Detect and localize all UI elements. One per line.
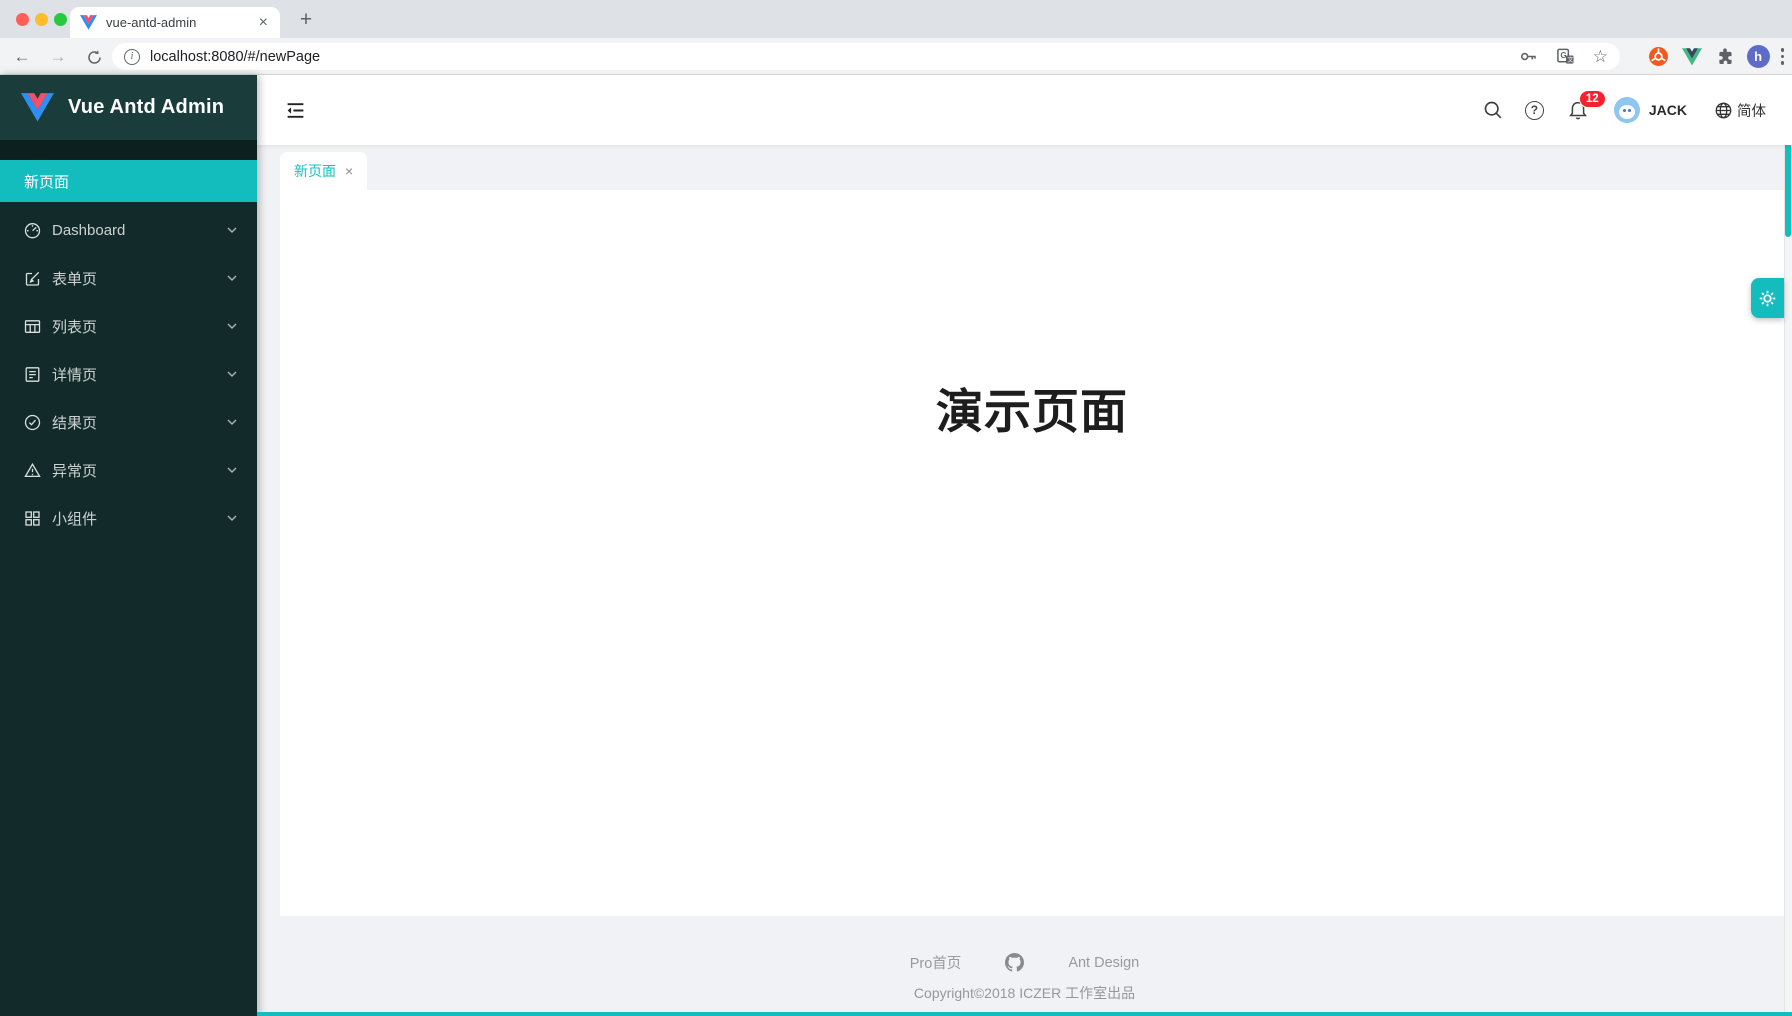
extensions-row: h (1648, 44, 1784, 69)
page-tab-active[interactable]: 新页面 × (280, 152, 367, 190)
accent-bottom-line (257, 1012, 1792, 1016)
browser-tab-title: vue-antd-admin (106, 15, 257, 30)
header-actions: ? 12 JACK 简体 (1483, 75, 1766, 145)
chevron-down-icon (227, 323, 237, 329)
window-minimize-button[interactable] (35, 13, 48, 26)
globe-icon (1714, 101, 1733, 120)
tab-close-icon[interactable]: × (345, 163, 353, 179)
reload-icon (86, 49, 103, 66)
sidebar-item-label: Dashboard (52, 222, 227, 239)
browser-tab[interactable]: vue-antd-admin × (70, 7, 280, 38)
sidebar-item-lists[interactable]: 列表页 (0, 306, 257, 346)
copyright-text: Copyright©2018 ICZER 工作室出品 (257, 983, 1792, 1003)
search-icon (1483, 100, 1503, 120)
notifications-button[interactable]: 12 (1568, 100, 1588, 121)
browser-tabstrip: vue-antd-admin × + (0, 0, 1792, 38)
sidebar-logo[interactable]: Vue Antd Admin (0, 75, 257, 140)
chevron-down-icon (227, 515, 237, 521)
chevron-down-icon (227, 371, 237, 377)
back-button[interactable]: ← (10, 45, 34, 69)
username[interactable]: JACK (1649, 102, 1687, 118)
github-link[interactable] (1005, 953, 1024, 972)
reload-button[interactable] (82, 45, 106, 69)
forward-button[interactable]: → (46, 45, 70, 69)
new-tab-button[interactable]: + (292, 6, 320, 34)
url-text[interactable]: localhost:8080/#/newPage (150, 49, 1501, 65)
check-circle-icon (24, 414, 41, 431)
sidebar-item-label: 小组件 (52, 508, 227, 529)
search-button[interactable] (1483, 100, 1503, 120)
help-button[interactable]: ? (1525, 101, 1544, 120)
profile-icon (24, 366, 41, 383)
table-icon (24, 318, 41, 335)
sidebar-item-widgets[interactable]: 小组件 (0, 498, 257, 538)
chevron-down-icon (227, 275, 237, 281)
main-area: ? 12 JACK 简体 (257, 75, 1792, 1016)
password-key-icon[interactable] (1519, 47, 1538, 66)
form-icon (24, 270, 41, 287)
sidebar-item-exceptions[interactable]: 异常页 (0, 450, 257, 490)
vue-devtools-icon[interactable] (1681, 46, 1703, 68)
browser-profile-avatar[interactable]: h (1747, 45, 1770, 68)
browser-toolbar: ← → i localhost:8080/#/newPage G 文 ☆ (0, 38, 1792, 75)
chevron-down-icon (227, 227, 237, 233)
translate-icon[interactable]: G 文 (1556, 47, 1575, 66)
warning-icon (24, 462, 41, 479)
notification-badge: 12 (1579, 90, 1606, 108)
page-tab-label: 新页面 (294, 161, 336, 181)
sidebar-item-dashboard[interactable]: Dashboard (0, 210, 257, 250)
sidebar-item-details[interactable]: 详情页 (0, 354, 257, 394)
sidebar-item-label: 结果页 (52, 412, 227, 433)
app-header: ? 12 JACK 简体 (257, 75, 1792, 145)
sidebar-item-label: 表单页 (52, 268, 227, 289)
content-card: 演示页面 (280, 190, 1784, 916)
vue-favicon (80, 15, 97, 30)
gear-icon (1757, 288, 1778, 309)
sidebar-item-newpage[interactable]: 新页面 (0, 160, 257, 202)
footer-link-ant-design[interactable]: Ant Design (1068, 955, 1139, 971)
app-footer: Pro首页 Ant Design Copyright©2018 ICZER 工作… (257, 916, 1792, 1016)
app-root: Vue Antd Admin 新页面 Dashboard 表单页 (0, 75, 1792, 1016)
app-title: Vue Antd Admin (68, 96, 224, 119)
dashboard-icon (24, 222, 41, 239)
user-avatar[interactable] (1614, 97, 1640, 123)
widgets-icon (24, 510, 41, 527)
bookmark-star-icon[interactable]: ☆ (1593, 47, 1608, 67)
language-label: 简体 (1737, 100, 1766, 121)
sidebar-divider (0, 140, 257, 160)
sidebar: Vue Antd Admin 新页面 Dashboard 表单页 (0, 75, 257, 1016)
chrome-menu-icon[interactable] (1781, 48, 1784, 64)
footer-links: Pro首页 Ant Design (257, 952, 1792, 973)
address-bar[interactable]: i localhost:8080/#/newPage G 文 ☆ (112, 43, 1620, 70)
svg-text:文: 文 (1567, 56, 1573, 64)
menu-fold-icon (285, 100, 306, 121)
theme-settings-button[interactable] (1751, 278, 1784, 318)
sidebar-item-forms[interactable]: 表单页 (0, 258, 257, 298)
sidebar-item-label: 详情页 (52, 364, 227, 385)
page-scrollbar[interactable] (1784, 75, 1792, 1016)
page-title: 演示页面 (280, 373, 1784, 442)
page-tabs-bar: 新页面 × (257, 145, 1792, 190)
vue-logo-icon (21, 93, 54, 122)
extension-icon-orange[interactable] (1648, 46, 1670, 68)
window-close-button[interactable] (16, 13, 29, 26)
sidebar-item-results[interactable]: 结果页 (0, 402, 257, 442)
chevron-down-icon (227, 467, 237, 473)
sidebar-item-label: 新页面 (24, 171, 237, 192)
extensions-puzzle-icon[interactable] (1714, 46, 1736, 68)
language-switcher[interactable]: 简体 (1714, 100, 1766, 121)
footer-link-pro-home[interactable]: Pro首页 (910, 952, 962, 973)
window-zoom-button[interactable] (54, 13, 67, 26)
github-icon (1005, 953, 1024, 972)
tab-close-icon[interactable]: × (257, 14, 270, 32)
sidebar-collapse-button[interactable] (284, 99, 306, 121)
sidebar-item-label: 异常页 (52, 460, 227, 481)
chevron-down-icon (227, 419, 237, 425)
sidebar-item-label: 列表页 (52, 316, 227, 337)
svg-text:G: G (1560, 51, 1566, 60)
site-info-icon[interactable]: i (124, 49, 140, 65)
